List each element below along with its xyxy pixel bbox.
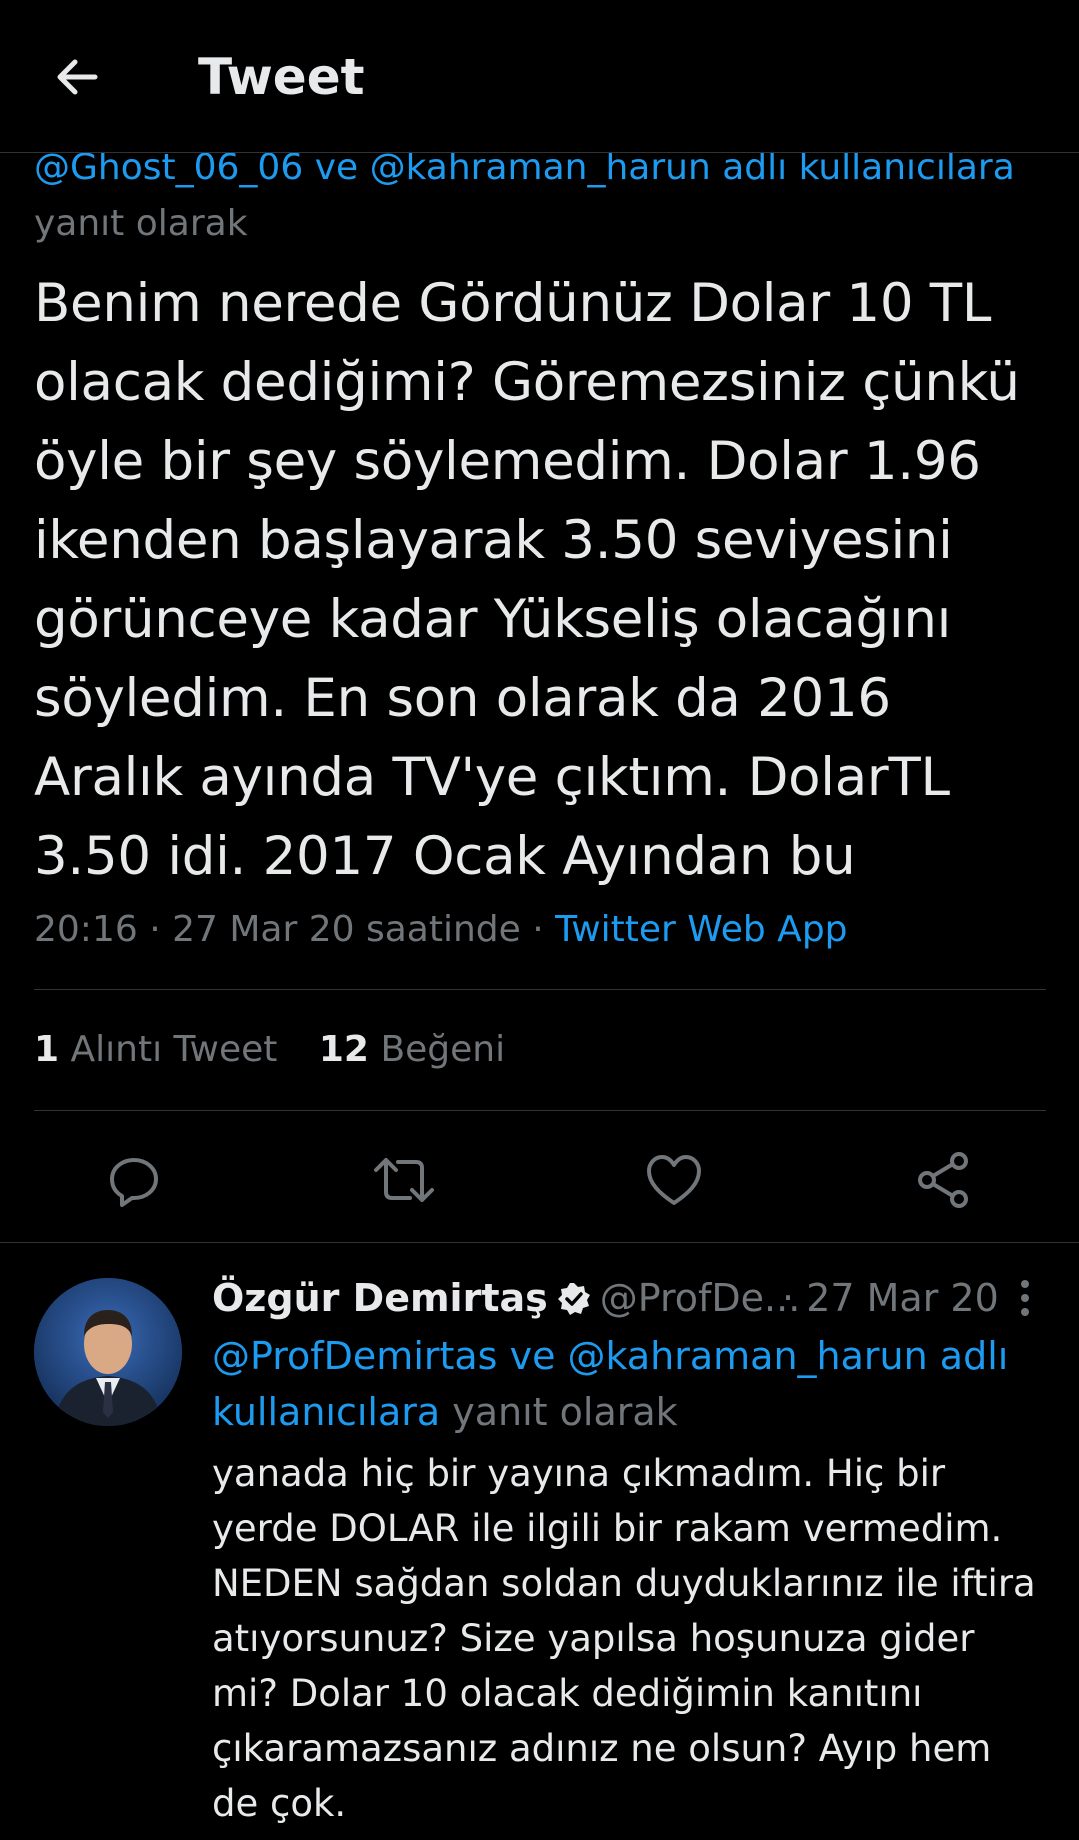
- likes-label: Beğeni: [380, 1029, 506, 1070]
- reply-mention-kahraman[interactable]: @kahraman_harun adlı kullanıcılara: [370, 147, 1015, 188]
- avatar[interactable]: [34, 1278, 182, 1426]
- verified-badge-icon: [556, 1278, 592, 1330]
- reply-context: @Ghost_06_06 ve @kahraman_harun adlı kul…: [34, 140, 1044, 252]
- tweet-text: Benim nerede Gördünüz Dolar 10 TL olacak…: [34, 273, 1020, 887]
- quote-count: 1: [34, 1029, 60, 1070]
- share-icon: [918, 1152, 968, 1208]
- tweet-time[interactable]: 20:16: [34, 909, 138, 950]
- date-separator: ·: [782, 1276, 795, 1320]
- quote-label: Alıntı Tweet: [70, 1029, 278, 1070]
- page-title: Tweet: [198, 48, 365, 106]
- likes-count: 12: [318, 1029, 369, 1070]
- reply-mention-ghost[interactable]: @Ghost_06_06: [34, 147, 303, 188]
- author-handle[interactable]: @ProfDe...: [600, 1276, 801, 1320]
- meta-separator: ·: [149, 909, 161, 950]
- arrow-left-icon: [57, 59, 98, 95]
- divider: [34, 989, 1046, 990]
- reply-date-group: · 27 Mar 20: [782, 1272, 999, 1324]
- author-name[interactable]: Özgür Demirtaş: [212, 1276, 548, 1320]
- reply-connector: ve: [509, 1334, 556, 1378]
- tweet-actions: [0, 1140, 1079, 1220]
- reply-tweet-text: yanada hiç bir yayına çıkmadım. Hiç bir …: [212, 1452, 1036, 1825]
- tweet-detail-page: @Ghost_06_06 ve @kahraman_harun adlı kul…: [0, 0, 1079, 1840]
- likes-stat[interactable]: 12 Beğeni: [319, 1029, 505, 1070]
- share-button[interactable]: [904, 1140, 984, 1220]
- reply-date[interactable]: 27 Mar 20: [806, 1276, 999, 1320]
- reply-button[interactable]: [94, 1140, 174, 1220]
- profile-photo: [34, 1278, 182, 1426]
- more-options-button[interactable]: [1010, 1272, 1040, 1324]
- reply-icon: [110, 1158, 158, 1207]
- meta-separator: ·: [532, 909, 544, 950]
- like-button[interactable]: [634, 1140, 714, 1220]
- divider: [34, 1110, 1046, 1111]
- more-vertical-icon: [1021, 1280, 1029, 1316]
- reply-suffix: yanıt olarak: [34, 203, 248, 244]
- retweet-button[interactable]: [364, 1140, 444, 1220]
- reply-mention-profdemirtas[interactable]: @ProfDemirtas: [212, 1334, 497, 1378]
- reply-author-row: Özgür Demirtaş @ProfDe... · 27 Mar 20: [212, 1272, 1032, 1324]
- reply-connector: ve: [314, 147, 359, 188]
- top-bar: Tweet: [0, 0, 1079, 153]
- tweet-date[interactable]: 27 Mar 20 saatinde: [172, 909, 521, 950]
- tweet-source[interactable]: Twitter Web App: [555, 909, 847, 950]
- reply-context-2: @ProfDemirtas ve @kahraman_harun adlı ku…: [212, 1328, 1042, 1440]
- divider: [0, 1242, 1079, 1243]
- tweet-meta: 20:16 · 27 Mar 20 saatinde · Twitter Web…: [34, 904, 848, 956]
- heart-icon: [647, 1155, 701, 1205]
- quote-tweets-stat[interactable]: 1 Alıntı Tweet: [34, 1029, 277, 1070]
- tweet-stats: 1 Alıntı Tweet 12 Beğeni: [34, 1024, 535, 1076]
- reply-suffix: yanıt olarak: [452, 1390, 678, 1434]
- retweet-icon: [374, 1158, 434, 1202]
- back-button[interactable]: [40, 40, 114, 114]
